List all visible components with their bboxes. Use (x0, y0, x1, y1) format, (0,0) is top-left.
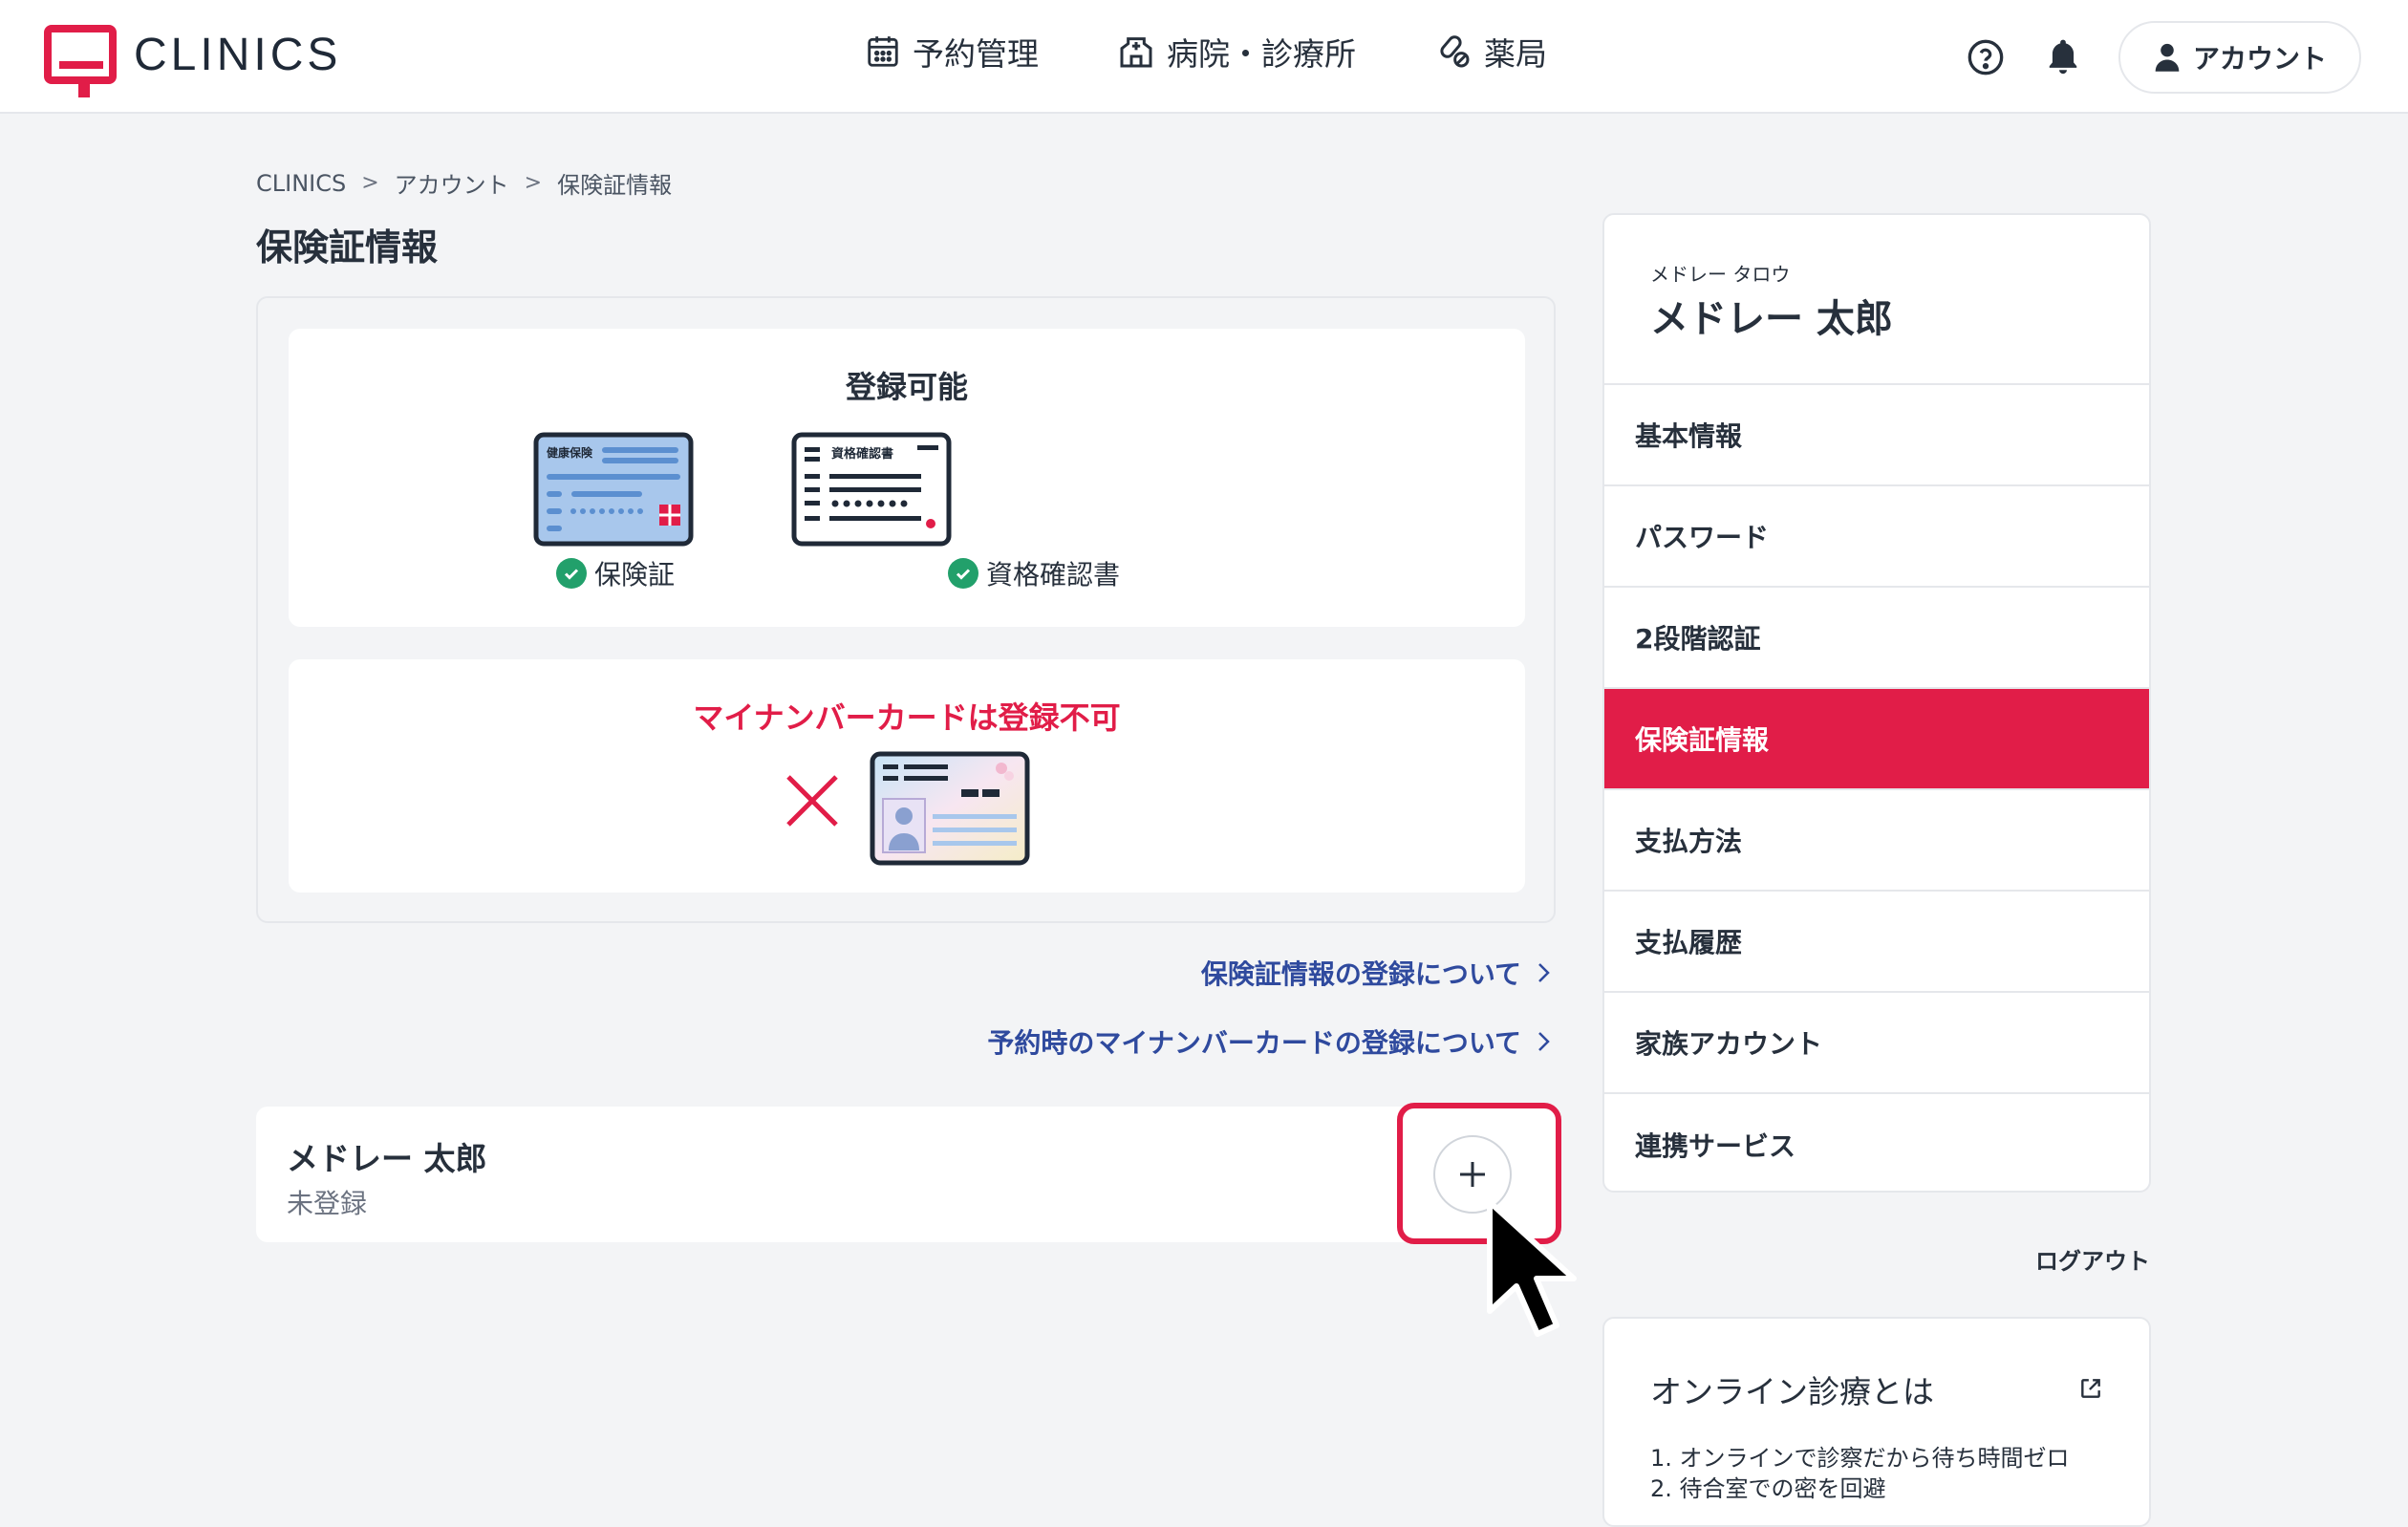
sidebar-item-basic-info[interactable]: 基本情報 (1604, 385, 2149, 486)
external-link-icon (2081, 1379, 2100, 1398)
sidebar-item-family-account[interactable]: 家族アカウント (1604, 993, 2149, 1094)
insurance-card-illustration-icon: 健康保険 (533, 432, 694, 547)
sidebar-item-payment-method[interactable]: 支払方法 (1604, 790, 2149, 892)
profile-name: メドレー 太郎 (1650, 297, 1893, 341)
member-status: 未登録 (287, 1188, 368, 1219)
cross-mark-icon (786, 775, 838, 827)
clinics-logo[interactable]: CLINICS (44, 25, 342, 97)
pill-icon (1440, 35, 1470, 68)
nav-reservations[interactable]: 予約管理 (865, 29, 1039, 75)
account-button-label: アカウント (2192, 43, 2327, 75)
insurance-registration-help-label: 保険証情報の登録について (1200, 958, 1521, 990)
account-button[interactable]: アカウント (2118, 21, 2361, 94)
registrable-title: 登録可能 (845, 369, 968, 405)
hospital-icon (1120, 37, 1152, 68)
sidebar-item-password[interactable]: パスワード (1604, 486, 2149, 588)
account-sidebar: メドレー タロウ メドレー 太郎 基本情報 パスワード 2段階認証 保険証情報 … (1602, 213, 2151, 1193)
insurance-card-text: 健康保険 (547, 445, 593, 460)
mynumber-card-illustration-icon (870, 751, 1030, 866)
notification-button[interactable] (2045, 36, 2081, 80)
user-icon (2155, 43, 2180, 72)
online-consultation-text: 1. オンラインで診察だから待ち時間ゼロ 2. 待合室での密を回避 (1650, 1443, 2070, 1504)
sidebar-item-payment-history[interactable]: 支払履歴 (1604, 892, 2149, 993)
check-circle-icon (948, 558, 978, 589)
qualification-certificate-illustration-icon: 資格確認書 (791, 432, 952, 547)
top-header: CLINICS 予約管理 病院・診療所 薬局 アカウント (0, 0, 2408, 114)
nav-hospitals[interactable]: 病院・診療所 (1117, 29, 1356, 75)
chevron-right-icon (1538, 1032, 1550, 1051)
mynumber-registration-help-label: 予約時のマイナンバーカードの登録について (987, 1027, 1521, 1059)
online-consultation-line: 1. オンラインで診察だから待ち時間ゼロ (1650, 1445, 2070, 1472)
profile-kana: メドレー タロウ (1650, 263, 1791, 286)
check-circle-icon (556, 558, 587, 589)
breadcrumb-account[interactable]: アカウント (395, 166, 509, 200)
breadcrumb-current: 保険証情報 (557, 172, 673, 199)
bell-icon (2049, 39, 2077, 75)
online-consultation-line: 2. 待合室での密を回避 (1650, 1475, 1886, 1502)
qualification-certificate-label: 資格確認書 (986, 559, 1121, 591)
insurance-card-caption: 保険証 (556, 554, 675, 592)
logo-text: CLINICS (134, 29, 342, 80)
help-icon (1967, 39, 2004, 75)
main-nav: 予約管理 病院・診療所 薬局 (865, 29, 1625, 75)
nav-pharmacy-label: 薬局 (1484, 35, 1547, 73)
nav-reservations-label: 予約管理 (913, 35, 1039, 73)
insurance-card-label: 保険証 (594, 559, 676, 591)
insurance-registration-help-link[interactable]: 保険証情報の登録について (1201, 954, 1552, 992)
breadcrumb-chevron-icon: > (361, 171, 379, 195)
calendar-icon (868, 36, 898, 67)
not-registrable-title: マイナンバーカードは登録不可 (693, 699, 1121, 736)
nav-hospitals-label: 病院・診療所 (1167, 35, 1356, 73)
not-registrable-card: マイナンバーカードは登録不可 (289, 659, 1525, 893)
breadcrumb: CLINICS > アカウント > 保険証情報 (256, 166, 672, 200)
registrable-card: 登録可能 健康保険 保険証 資格確認書 資格確認書 (289, 329, 1525, 627)
breadcrumb-home[interactable]: CLINICS (256, 170, 346, 197)
member-name: メドレー 太郎 (287, 1140, 487, 1177)
page-title: 保険証情報 (256, 226, 439, 269)
breadcrumb-chevron-icon: > (524, 171, 543, 195)
online-consultation-title: オンライン診療とは (1650, 1373, 1934, 1410)
mynumber-registration-help-link[interactable]: 予約時のマイナンバーカードの登録について (987, 1022, 1552, 1061)
member-insurance-card: メドレー 太郎 未登録 (256, 1107, 1556, 1242)
chevron-right-icon (1538, 963, 1550, 982)
sidebar-item-insurance[interactable]: 保険証情報 (1604, 689, 2149, 790)
profile-header: メドレー タロウ メドレー 太郎 (1604, 215, 2149, 385)
clinics-logo-mark-icon (44, 25, 117, 97)
qualification-certificate-caption: 資格確認書 (948, 554, 1120, 592)
help-button[interactable] (1967, 38, 2005, 80)
insurance-info-panel: 登録可能 健康保険 保険証 資格確認書 資格確認書 マイナンバーカードは登録不可 (256, 296, 1556, 923)
sidebar-item-linked-services[interactable]: 連携サービス (1604, 1094, 2149, 1191)
qualification-card-text: 資格確認書 (831, 446, 893, 462)
nav-pharmacy[interactable]: 薬局 (1434, 29, 1547, 75)
mouse-cursor-icon (1487, 1199, 1577, 1337)
online-consultation-card[interactable]: オンライン診療とは 1. オンラインで診察だから待ち時間ゼロ 2. 待合室での密… (1602, 1317, 2151, 1527)
sidebar-item-two-factor[interactable]: 2段階認証 (1604, 588, 2149, 689)
logout-link[interactable]: ログアウト (2035, 1242, 2150, 1276)
